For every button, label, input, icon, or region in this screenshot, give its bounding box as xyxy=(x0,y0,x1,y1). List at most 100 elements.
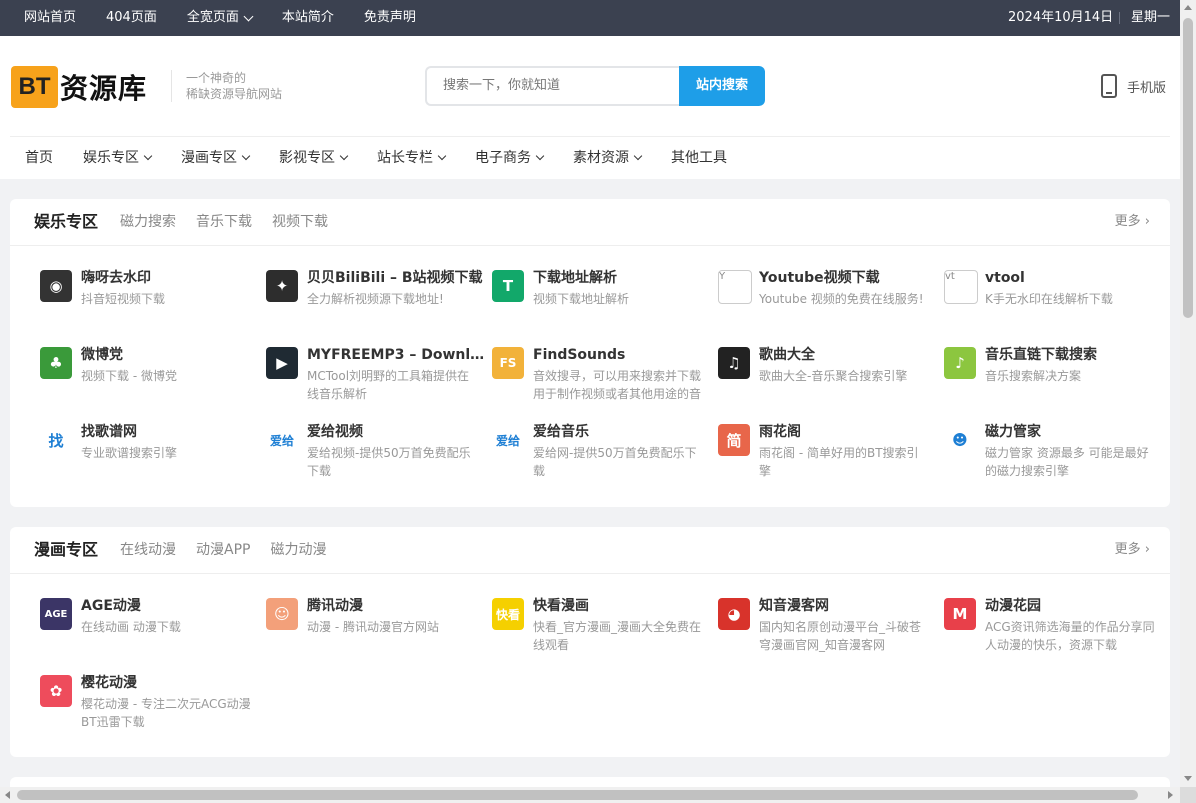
main-nav: 首页 娱乐专区 漫画专区 影视专区 站长专栏 电子商务 素材资源 其他工具 xyxy=(25,137,757,179)
site-item[interactable]: 找找歌谱网 专业歌谱搜索引擎 xyxy=(40,424,250,494)
sakura-icon: ✿ xyxy=(40,675,72,707)
scroll-left-arrow[interactable] xyxy=(5,791,10,799)
nav-item-entertainment[interactable]: 娱乐专区 xyxy=(83,137,153,179)
section-tab[interactable]: 磁力动漫 xyxy=(270,527,326,573)
site-item-desc: 抖音短视频下载 xyxy=(81,292,166,306)
section-tab[interactable]: 音乐下载 xyxy=(196,199,252,245)
section-tabs: 在线动漫 动漫APP 磁力动漫 xyxy=(120,527,346,573)
chevron-down-icon xyxy=(241,151,251,161)
vertical-scrollbar[interactable] xyxy=(1180,0,1196,787)
section-tab[interactable]: 动漫APP xyxy=(196,527,250,573)
site-item-desc: 快看_官方漫画_漫画大全免费在线观看 xyxy=(533,620,702,652)
more-link[interactable]: 更多 › xyxy=(1115,527,1150,573)
nav-item-video[interactable]: 影视专区 xyxy=(279,137,349,179)
scrollbar-thumb[interactable] xyxy=(1183,18,1193,318)
chevron-down-icon xyxy=(339,151,349,161)
site-item-title: 爱给视频 xyxy=(307,424,363,440)
section-tab[interactable]: 磁力搜索 xyxy=(120,199,176,245)
site-item[interactable]: ◕ 知音漫客网 国内知名原创动漫平台_斗破苍穹漫画官网_知音漫客网 xyxy=(718,598,928,668)
nav-item-materials[interactable]: 素材资源 xyxy=(573,137,643,179)
chevron-down-icon xyxy=(243,11,254,21)
site-item[interactable]: T 下载地址解析 视频下载地址解析 xyxy=(492,270,702,340)
site-item-desc: 专业歌谱搜索引擎 xyxy=(81,446,178,460)
scroll-right-arrow[interactable] xyxy=(1168,791,1173,799)
nav-label: 娱乐专区 xyxy=(83,150,139,166)
site-logo[interactable]: BT 资源库 xyxy=(11,66,147,108)
slogan-line-2: 稀缺资源导航网站 xyxy=(186,87,283,101)
top-link-disclaimer[interactable]: 免责声明 xyxy=(364,0,416,36)
section-tab[interactable]: 视频下载 xyxy=(272,199,328,245)
search-input[interactable]: 搜索一下，你就知道 xyxy=(425,66,695,106)
scroll-up-arrow[interactable] xyxy=(1184,5,1192,10)
tree-icon: ♣ xyxy=(40,347,72,379)
site-item[interactable]: AGE AGE动漫在线动画 动漫下载 xyxy=(40,598,250,668)
site-item-desc: 全力解析视频源下载地址! xyxy=(307,292,444,306)
nav-item-ecommerce[interactable]: 电子商务 xyxy=(475,137,545,179)
scroll-down-arrow[interactable] xyxy=(1184,776,1192,781)
site-item-title: FindSounds xyxy=(533,347,626,363)
more-link[interactable]: 更多 › xyxy=(1115,199,1150,245)
site-item[interactable]: M 动漫花园 ACG资讯筛选海量的作品分享同人动漫的快乐，资源下载 xyxy=(944,598,1155,668)
nav-label: 站长专栏 xyxy=(377,150,433,166)
play-icon: ▶ xyxy=(266,347,298,379)
top-link-about[interactable]: 本站简介 xyxy=(282,0,334,36)
site-item-desc: 动漫 - 腾讯动漫官方网站 xyxy=(307,620,439,634)
site-item-desc: 磁力管家 资源最多 可能是最好的磁力搜索引擎 xyxy=(985,446,1149,478)
search-box: 搜索一下，你就知道 站内搜索 xyxy=(425,66,765,106)
findsounds-icon: FS xyxy=(492,347,524,379)
nav-item-webmaster[interactable]: 站长专栏 xyxy=(377,137,447,179)
site-item[interactable]: ▶ MYFREEMP3 – Download Free MP3 MCTool刘明野的… xyxy=(266,347,492,417)
scrollbar-thumb[interactable] xyxy=(17,790,1138,800)
site-item[interactable]: ♫ 歌曲大全 歌曲大全-音乐聚合搜索引擎 xyxy=(718,347,928,417)
site-item-title: MYFREEMP3 – Download Free MP3 xyxy=(307,347,492,363)
site-item[interactable]: ♪ 音乐直链下载搜索 音乐搜索解决方案 xyxy=(944,347,1154,417)
site-item-title: AGE动漫 xyxy=(81,598,141,614)
site-item-desc: MCTool刘明野的工具箱提供在线音乐解析 xyxy=(307,369,470,401)
site-item[interactable]: ☺ 腾讯动漫 动漫 - 腾讯动漫官方网站 xyxy=(266,598,476,668)
scrollbar-corner xyxy=(1180,787,1196,803)
site-item-desc: 音效搜寻，可以用来搜索并下载用于制作视频或者其他用途的音效 xyxy=(533,369,702,401)
site-item[interactable]: ◉ 嗨呀去水印 抖音短视频下载 xyxy=(40,270,250,340)
anime-girl-icon: ☺ xyxy=(266,598,298,630)
site-item[interactable]: vt vtool K手无水印在线解析下载 xyxy=(944,270,1154,340)
kuaikan-icon: 快看 xyxy=(492,598,524,630)
site-item-title: vtool xyxy=(985,270,1025,286)
site-item[interactable]: 爱给 爱给音乐 爱给网-提供50万首免费配乐下载 xyxy=(492,424,702,494)
site-item[interactable]: Y Youtube视频下载 Youtube 视频的免费在线服务! xyxy=(718,270,928,340)
site-item[interactable]: 快看 快看漫画 快看_官方漫画_漫画大全免费在线观看 xyxy=(492,598,702,668)
section-next xyxy=(10,777,1170,787)
site-item[interactable]: 简雨花阁 雨花阁 - 简单好用的BT搜索引擎 xyxy=(718,424,928,494)
mobile-version-link[interactable]: 手机版 xyxy=(1101,74,1166,98)
section-title: 娱乐专区 xyxy=(34,212,99,231)
site-item-title: 下载地址解析 xyxy=(533,270,617,286)
search-button[interactable]: 站内搜索 xyxy=(679,66,765,106)
more-label: 更多 xyxy=(1114,542,1141,557)
site-item[interactable]: ☻ 磁力管家 磁力管家 资源最多 可能是最好的磁力搜索引擎 xyxy=(944,424,1154,494)
top-link-fullwidth[interactable]: 全宽页面 xyxy=(187,0,254,36)
site-header: BT 资源库 一个神奇的 稀缺资源导航网站 搜索一下，你就知道 站内搜索 手机版… xyxy=(0,36,1180,179)
age-icon: AGE xyxy=(40,598,72,630)
music-heart-icon: ♫ xyxy=(718,347,750,379)
broken-image-icon: Y xyxy=(718,270,752,304)
site-item-title: 找歌谱网 xyxy=(81,424,137,440)
weekday-text: 星期一 xyxy=(1131,10,1171,25)
nav-item-tools[interactable]: 其他工具 xyxy=(671,137,727,179)
section-header: 漫画专区 在线动漫 动漫APP 磁力动漫 更多 › xyxy=(10,527,1170,574)
site-item[interactable]: 爱给 爱给视频 爱给视频-提供50万首免费配乐下载 xyxy=(266,424,476,494)
horizontal-scrollbar[interactable] xyxy=(0,787,1180,803)
nav-item-home[interactable]: 首页 xyxy=(25,137,53,179)
site-item[interactable]: FS FindSounds 音效搜寻，可以用来搜索并下载用于制作视频或者其他用途的音… xyxy=(492,347,702,417)
chevron-down-icon xyxy=(437,151,447,161)
nav-item-comics[interactable]: 漫画专区 xyxy=(181,137,251,179)
section-tab[interactable]: 在线动漫 xyxy=(120,527,176,573)
top-link-home[interactable]: 网站首页 xyxy=(24,0,76,36)
site-item[interactable]: ✦ 贝贝BiliBili – B站视频下载 全力解析视频源下载地址! xyxy=(266,270,483,340)
top-link-404[interactable]: 404页面 xyxy=(106,0,157,36)
site-item-desc: 在线动画 动漫下载 xyxy=(81,620,181,634)
site-item[interactable]: ♣ 微博党 视频下载 - 微博党 xyxy=(40,347,250,417)
site-item-title: 樱花动漫 xyxy=(81,675,137,691)
dmhy-icon: M xyxy=(944,598,976,630)
site-item-desc: 视频下载地址解析 xyxy=(533,292,630,306)
site-item[interactable]: ✿ 樱花动漫 樱花动漫 - 专注二次元ACG动漫BT迅雷下载 xyxy=(40,675,251,745)
section-tabs: 磁力搜索 音乐下载 视频下载 xyxy=(120,199,348,245)
